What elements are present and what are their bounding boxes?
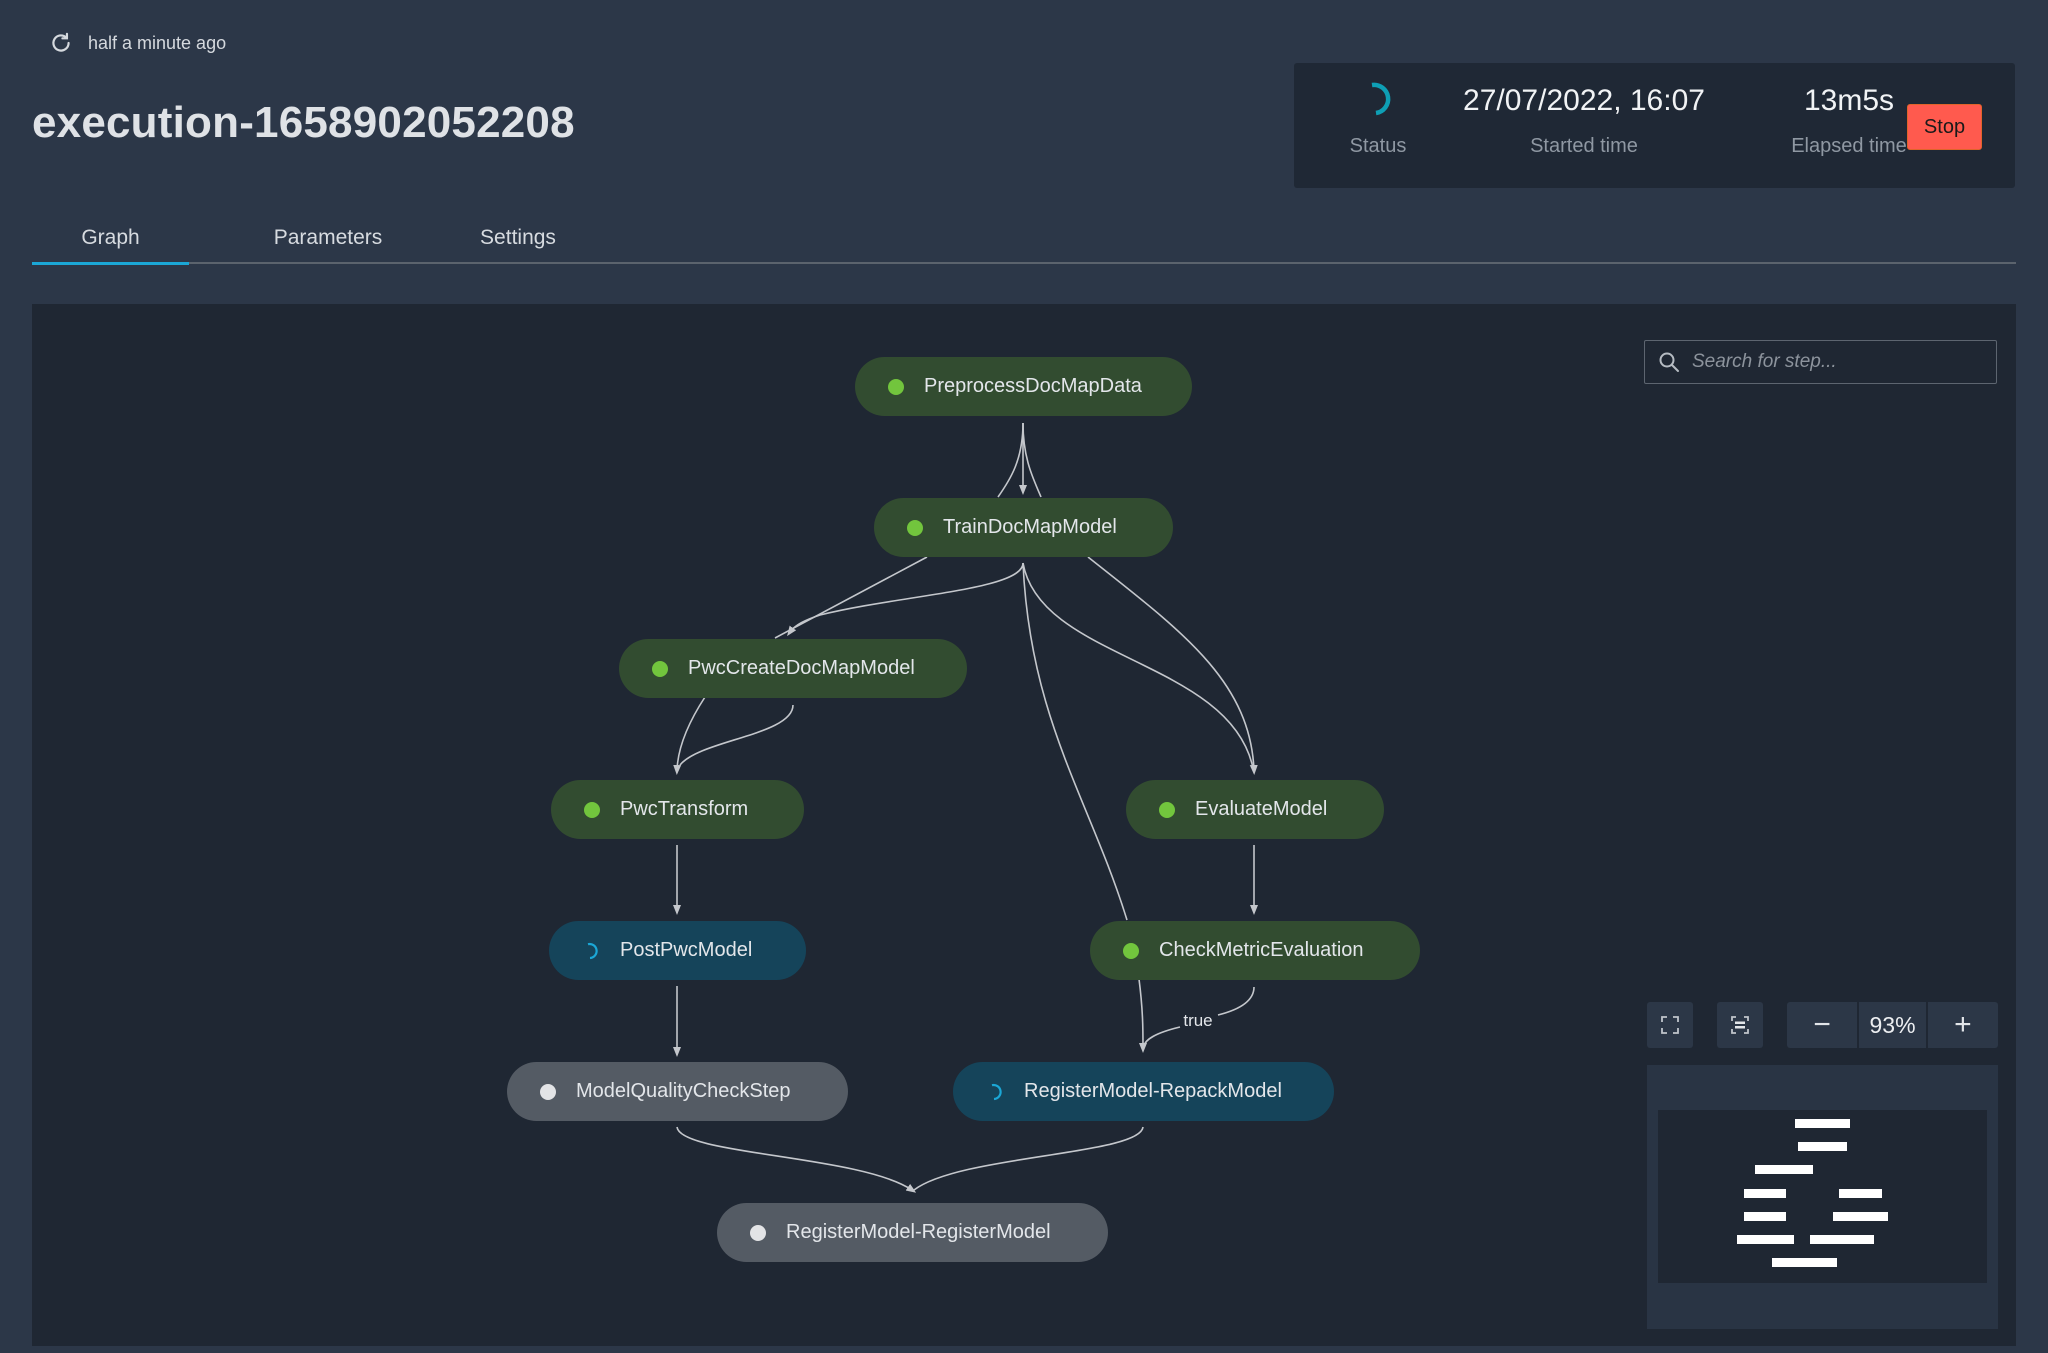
refresh-button[interactable]: half a minute ago	[48, 30, 226, 56]
node-check-metric-evaluation[interactable]: CheckMetricEvaluation	[1090, 921, 1420, 980]
status-label: Status	[1349, 135, 1407, 157]
fit-to-screen-button[interactable]	[1717, 1002, 1763, 1048]
node-register-model-register-model[interactable]: RegisterModel-RegisterModel	[717, 1203, 1108, 1262]
minimap-node	[1839, 1189, 1882, 1198]
tab-settings[interactable]: Settings	[432, 226, 604, 262]
zoom-controls: − 93% +	[1787, 1002, 1998, 1048]
step-search-box[interactable]	[1644, 340, 1997, 384]
minimap-node	[1744, 1212, 1786, 1221]
step-search-input[interactable]	[1690, 350, 1984, 374]
graph-minimap[interactable]	[1647, 1065, 1998, 1329]
node-evaluate-model[interactable]: EvaluateModel	[1126, 780, 1384, 839]
tab-parameters[interactable]: Parameters	[228, 226, 428, 262]
node-label: PostPwcModel	[620, 939, 753, 961]
minimap-node	[1810, 1235, 1874, 1244]
tab-graph[interactable]: Graph	[32, 226, 189, 265]
status-succeeded-icon	[1123, 942, 1139, 959]
node-preprocess-doc-map-data[interactable]: PreprocessDocMapData	[855, 357, 1192, 416]
fullscreen-button[interactable]	[1647, 1002, 1693, 1048]
zoom-out-button[interactable]: −	[1787, 1002, 1857, 1048]
last-refreshed-text: half a minute ago	[88, 32, 227, 53]
zoom-in-button[interactable]: +	[1928, 1002, 1998, 1048]
started-time-value: 27/07/2022, 16:07	[1463, 84, 1705, 117]
node-label: EvaluateModel	[1195, 798, 1328, 820]
node-post-pwc-model[interactable]: PostPwcModel	[549, 921, 806, 980]
status-not-started-icon	[540, 1083, 556, 1100]
status-succeeded-icon	[888, 378, 904, 395]
stop-button[interactable]: Stop	[1907, 104, 1982, 150]
node-label: ModelQualityCheckStep	[576, 1080, 791, 1102]
status-succeeded-icon	[584, 801, 600, 818]
spinner-icon	[1371, 82, 1391, 116]
node-model-quality-check-step[interactable]: ModelQualityCheckStep	[507, 1062, 848, 1121]
started-time-stat: 27/07/2022, 16:07 Started time	[1424, 79, 1744, 158]
node-pwc-transform[interactable]: PwcTransform	[551, 780, 804, 839]
status-stat: Status	[1334, 79, 1422, 158]
status-succeeded-icon	[1159, 801, 1175, 818]
search-icon	[1659, 352, 1679, 372]
fullscreen-icon	[1661, 1016, 1679, 1034]
minimap-node	[1772, 1258, 1837, 1267]
page-title: execution-1658902052208	[32, 98, 575, 147]
node-label: PwcCreateDocMapModel	[688, 657, 915, 679]
started-time-label: Started time	[1530, 135, 1638, 157]
node-label: RegisterModel-RepackModel	[1024, 1080, 1282, 1102]
status-not-started-icon	[750, 1224, 766, 1241]
execution-status-card: Status 27/07/2022, 16:07 Started time 13…	[1294, 63, 2015, 188]
minimap-node	[1795, 1119, 1850, 1128]
node-label: PreprocessDocMapData	[924, 375, 1142, 397]
node-register-model-repack-model[interactable]: RegisterModel-RepackModel	[953, 1062, 1334, 1121]
minimap-node	[1798, 1142, 1847, 1151]
node-label: CheckMetricEvaluation	[1159, 939, 1364, 961]
zoom-level-value: 93%	[1857, 1002, 1928, 1048]
minimap-node	[1755, 1165, 1813, 1174]
minimap-node	[1833, 1212, 1888, 1221]
node-label: RegisterModel-RegisterModel	[786, 1221, 1051, 1243]
tab-bar: Graph Parameters Settings	[32, 220, 2016, 265]
minimap-node	[1744, 1189, 1786, 1198]
minimap-viewport[interactable]	[1658, 1110, 1987, 1283]
fit-screen-icon	[1731, 1016, 1749, 1034]
minimap-node	[1737, 1235, 1794, 1244]
status-executing-icon	[991, 1083, 1002, 1100]
node-label: PwcTransform	[620, 798, 749, 820]
node-label: TrainDocMapModel	[943, 516, 1117, 538]
status-succeeded-icon	[652, 660, 668, 677]
refresh-icon	[52, 32, 70, 52]
status-executing-icon	[587, 942, 598, 959]
status-succeeded-icon	[907, 519, 923, 536]
node-train-doc-map-model[interactable]: TrainDocMapModel	[874, 498, 1173, 557]
node-pwc-create-doc-map-model[interactable]: PwcCreateDocMapModel	[619, 639, 967, 698]
